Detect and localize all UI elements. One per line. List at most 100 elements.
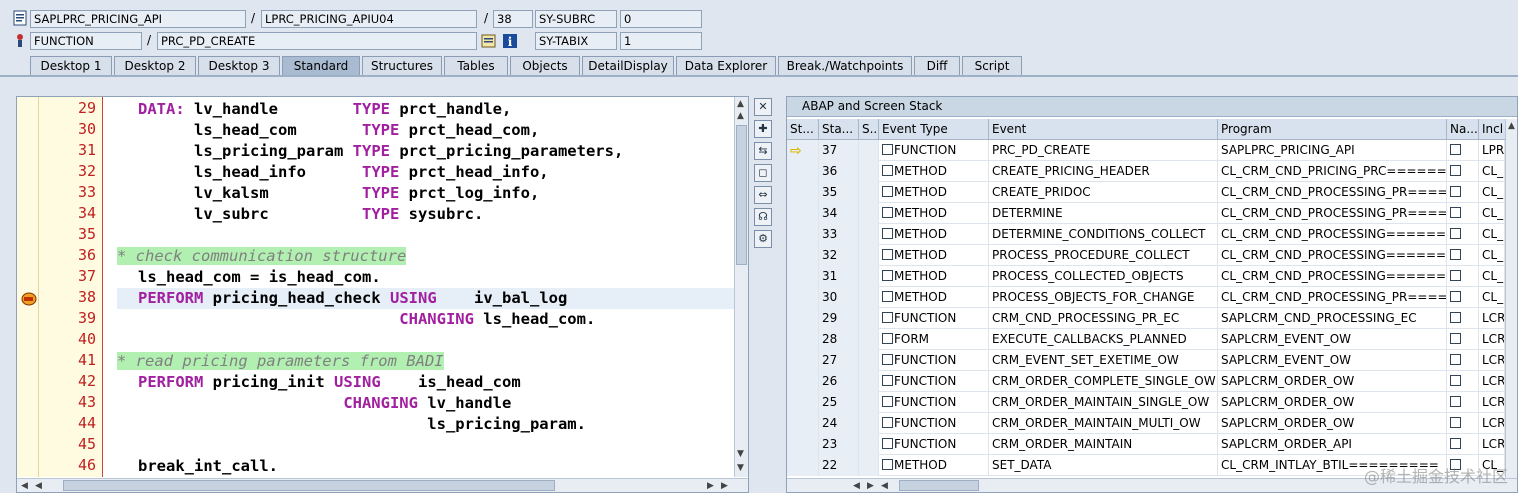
tab-standard[interactable]: Standard <box>282 56 360 75</box>
navigate-cell[interactable] <box>1447 329 1479 350</box>
table-row[interactable]: ⇨ 37 FUNCTION PRC_PD_CREATE SAPLPRC_PRICING_… <box>787 140 1517 161</box>
column-header[interactable]: Na... <box>1447 119 1479 140</box>
navigate-icon[interactable] <box>1450 228 1461 239</box>
tab-script[interactable]: Script <box>962 56 1022 75</box>
scroll-left-icon[interactable]: ◀ <box>853 481 860 491</box>
table-row[interactable]: 24 FUNCTION CRM_ORDER_MAINTAIN_MULTI_OW SAP… <box>787 413 1517 434</box>
navigate-cell[interactable] <box>1447 287 1479 308</box>
navigate-cell[interactable] <box>1447 371 1479 392</box>
swap-icon[interactable]: ⇔ <box>754 186 772 204</box>
code-vertical-scrollbar[interactable]: ▲ ▲ ▼ ▼ <box>734 97 748 477</box>
column-header[interactable]: St... <box>787 119 819 140</box>
navigate-icon[interactable] <box>1450 312 1461 323</box>
new-tool-icon[interactable]: ✚ <box>754 120 772 138</box>
table-row[interactable]: 30 METHOD PROCESS_OBJECTS_FOR_CHANGE CL_CRM… <box>787 287 1517 308</box>
scroll-thumb[interactable] <box>736 125 747 265</box>
scroll-up-icon[interactable]: ▲ <box>1508 121 1515 131</box>
tab-diff[interactable]: Diff <box>914 56 960 75</box>
include-field[interactable]: LPRC_PRICING_APIU04 <box>261 10 477 28</box>
scroll-right-icon[interactable]: ▶ <box>867 481 874 491</box>
table-row[interactable]: 36 METHOD CREATE_PRICING_HEADER CL_CRM_CND_… <box>787 161 1517 182</box>
table-row[interactable]: 29 FUNCTION CRM_CND_PROCESSING_PR_EC SAPLCR… <box>787 308 1517 329</box>
scroll-left-icon[interactable]: ◀ <box>35 481 42 491</box>
navigate-cell[interactable] <box>1447 413 1479 434</box>
navigate-icon[interactable] <box>1450 249 1461 260</box>
column-header[interactable]: S... <box>859 119 879 140</box>
info-icon[interactable]: i <box>502 33 518 49</box>
scroll-up-icon[interactable]: ▲ <box>737 111 744 121</box>
code-horizontal-scrollbar[interactable]: ◀ ◀ ▶ ▶ <box>17 478 748 492</box>
tab-detaildisplay[interactable]: DetailDisplay <box>582 56 674 75</box>
table-row[interactable]: 34 METHOD DETERMINE CL_CRM_CND_PROCESSING_P… <box>787 203 1517 224</box>
table-row[interactable]: 28 FORM EXECUTE_CALLBACKS_PLANNED SAPLCRM_E… <box>787 329 1517 350</box>
navigate-cell[interactable] <box>1447 224 1479 245</box>
tab-objects[interactable]: Objects <box>510 56 580 75</box>
navigate-cell[interactable] <box>1447 161 1479 182</box>
navigate-icon[interactable] <box>1450 144 1461 155</box>
scroll-right-icon[interactable]: ▶ <box>721 481 728 491</box>
replace-tool-icon[interactable]: ⇆ <box>754 142 772 160</box>
source-code-editor[interactable]: 29 30 31 32 33 34 35 36 37 38 39 40 41 4… <box>16 96 749 493</box>
navigate-icon[interactable] <box>1450 375 1461 386</box>
navigate-cell[interactable] <box>1447 392 1479 413</box>
scroll-down-icon[interactable]: ▼ <box>737 463 744 473</box>
tab-desktop-2[interactable]: Desktop 2 <box>114 56 196 75</box>
event-type-field[interactable]: FUNCTION <box>30 32 142 50</box>
navigate-cell[interactable] <box>1447 245 1479 266</box>
column-header[interactable]: Sta... <box>819 119 859 140</box>
column-header[interactable]: Event Type <box>879 119 989 140</box>
navigate-cell[interactable] <box>1447 308 1479 329</box>
stack-vertical-scrollbar[interactable]: ▲ <box>1505 119 1517 479</box>
table-row[interactable]: 35 METHOD CREATE_PRIDOC CL_CRM_CND_PROCESSI… <box>787 182 1517 203</box>
navigate-cell[interactable] <box>1447 434 1479 455</box>
tab-tables[interactable]: Tables <box>444 56 508 75</box>
settings-icon[interactable]: ⚙ <box>754 230 772 248</box>
scroll-left-icon[interactable]: ◀ <box>21 481 28 491</box>
navigate-icon[interactable] <box>1450 270 1461 281</box>
navigate-icon[interactable] <box>1450 291 1461 302</box>
navigate-icon[interactable] <box>1450 438 1461 449</box>
scroll-thumb[interactable] <box>899 480 979 491</box>
display-source-icon[interactable] <box>481 33 497 49</box>
column-header[interactable]: Program <box>1218 119 1447 140</box>
sy-subrc-value[interactable]: 0 <box>620 10 702 28</box>
program-field[interactable]: SAPLPRC_PRICING_API <box>30 10 246 28</box>
table-row[interactable]: 25 FUNCTION CRM_ORDER_MAINTAIN_SINGLE_OW SA… <box>787 392 1517 413</box>
line-field[interactable]: 38 <box>493 10 533 28</box>
navigate-icon[interactable] <box>1450 396 1461 407</box>
navigate-cell[interactable] <box>1447 140 1479 161</box>
table-row[interactable]: 27 FUNCTION CRM_EVENT_SET_EXETIME_OW SAPLCR… <box>787 350 1517 371</box>
scroll-thumb[interactable] <box>63 480 555 491</box>
breakpoint-gutter[interactable] <box>17 97 39 477</box>
navigate-icon[interactable] <box>1450 417 1461 428</box>
close-icon[interactable]: ✕ <box>754 98 772 116</box>
scroll-up-icon[interactable]: ▲ <box>737 99 744 109</box>
table-row[interactable]: 23 FUNCTION CRM_ORDER_MAINTAIN SAPLCRM_ORDE… <box>787 434 1517 455</box>
navigate-cell[interactable] <box>1447 266 1479 287</box>
table-row[interactable]: 33 METHOD DETERMINE_CONDITIONS_COLLECT CL_C… <box>787 224 1517 245</box>
tab-data-explorer[interactable]: Data Explorer <box>676 56 776 75</box>
table-row[interactable]: 31 METHOD PROCESS_COLLECTED_OBJECTS CL_CRM_… <box>787 266 1517 287</box>
table-row[interactable]: 26 FUNCTION CRM_ORDER_COMPLETE_SINGLE_OW SA… <box>787 371 1517 392</box>
table-row[interactable]: 32 METHOD PROCESS_PROCEDURE_COLLECT CL_CRM_… <box>787 245 1517 266</box>
services-icon[interactable]: ☊ <box>754 208 772 226</box>
scroll-down-icon[interactable]: ▼ <box>737 449 744 459</box>
tab-desktop-3[interactable]: Desktop 3 <box>198 56 280 75</box>
sy-tabix-value[interactable]: 1 <box>620 32 702 50</box>
scroll-left-icon[interactable]: ◀ <box>881 481 888 491</box>
tab-breakpoints[interactable]: Break./Watchpoints <box>778 56 912 75</box>
navigate-icon[interactable] <box>1450 354 1461 365</box>
navigate-icon[interactable] <box>1450 207 1461 218</box>
navigate-icon[interactable] <box>1450 186 1461 197</box>
maximize-icon[interactable]: ◻ <box>754 164 772 182</box>
tab-structures[interactable]: Structures <box>362 56 442 75</box>
navigate-icon[interactable] <box>1450 165 1461 176</box>
navigate-icon[interactable] <box>1450 333 1461 344</box>
navigate-cell[interactable] <box>1447 182 1479 203</box>
navigate-cell[interactable] <box>1447 350 1479 371</box>
tab-desktop-1[interactable]: Desktop 1 <box>30 56 112 75</box>
event-name-field[interactable]: PRC_PD_CREATE <box>157 32 477 50</box>
column-header[interactable]: Event <box>989 119 1218 140</box>
navigate-cell[interactable] <box>1447 203 1479 224</box>
scroll-right-icon[interactable]: ▶ <box>707 481 714 491</box>
